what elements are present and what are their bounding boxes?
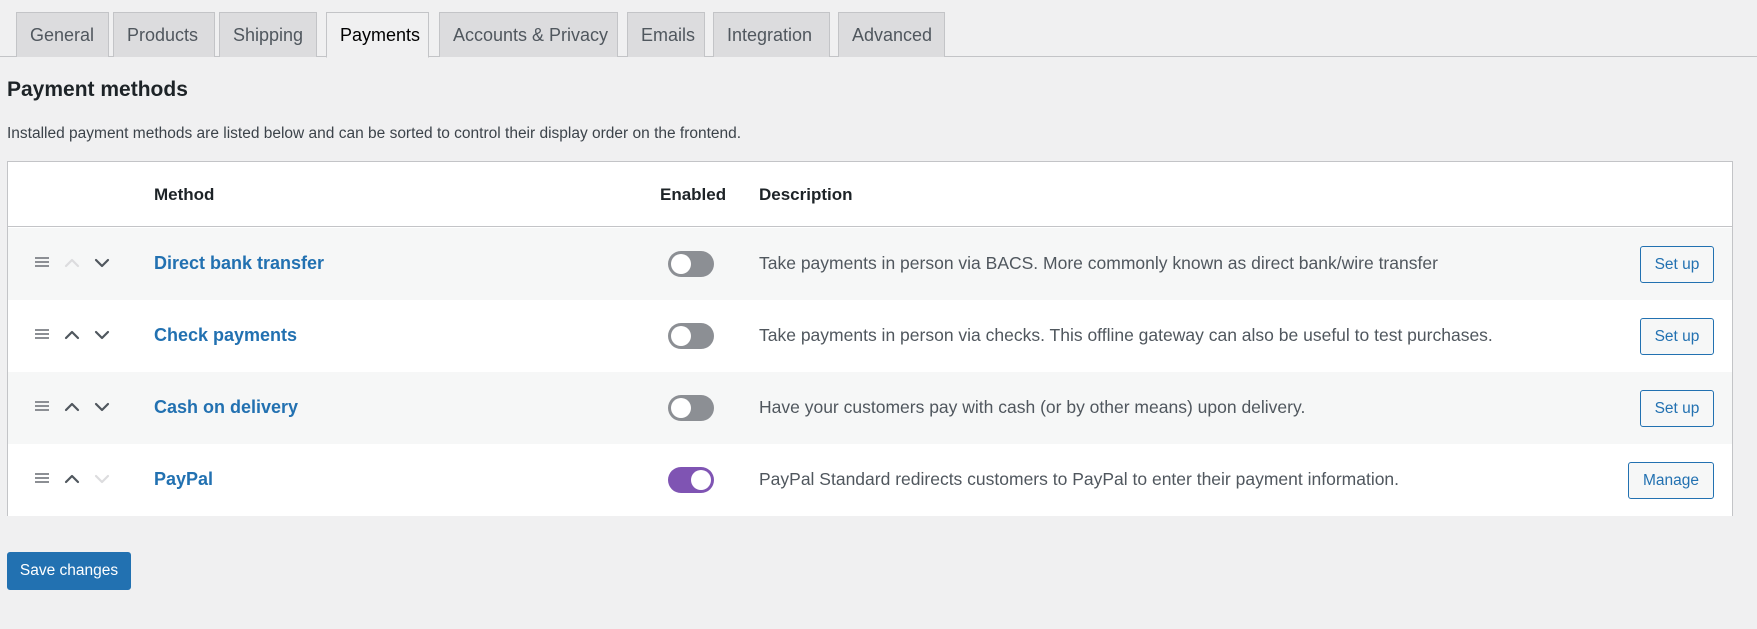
chevron-up-icon[interactable] [63,398,81,416]
table-row: Check payments Take payments in person v… [8,300,1732,372]
tab-payments[interactable]: Payments [326,12,429,58]
method-link[interactable]: PayPal [154,444,213,514]
tab-accounts-privacy[interactable]: Accounts & Privacy [439,12,618,57]
toggle-knob [671,254,691,274]
tab-general[interactable]: General [16,12,109,57]
table-header: Method Enabled Description [8,162,1732,227]
setup-button[interactable]: Set up [1640,318,1714,355]
method-link[interactable]: Direct bank transfer [154,228,324,298]
method-description: Take payments in person via BACS. More c… [759,253,1438,273]
manage-button[interactable]: Manage [1628,462,1714,499]
table-row: Direct bank transfer Take payments in pe… [8,228,1732,300]
tab-integration[interactable]: Integration [713,12,830,57]
header-description: Description [759,185,853,204]
toggle-knob [671,398,691,418]
drag-handle-icon[interactable] [35,473,49,485]
table-row: Cash on delivery Have your customers pay… [8,372,1732,444]
chevron-down-icon[interactable] [93,326,111,344]
toggle-knob [691,470,711,490]
drag-handle-icon[interactable] [35,401,49,413]
drag-handle-icon[interactable] [35,257,49,269]
page-intro: Installed payment methods are listed bel… [7,125,742,142]
table-row: PayPal PayPal Standard redirects custome… [8,444,1732,516]
drag-handle-icon[interactable] [35,329,49,341]
tab-emails[interactable]: Emails [627,12,705,57]
chevron-up-icon[interactable] [63,326,81,344]
method-link[interactable]: Cash on delivery [154,372,298,442]
chevron-down-icon[interactable] [93,470,111,488]
toggle-knob [671,326,691,346]
chevron-up-icon[interactable] [63,254,81,272]
method-description: Have your customers pay with cash (or by… [759,397,1306,417]
setup-button[interactable]: Set up [1640,390,1714,427]
chevron-down-icon[interactable] [93,398,111,416]
tab-products[interactable]: Products [113,12,215,57]
enabled-toggle[interactable] [668,251,714,277]
header-method: Method [154,185,215,204]
page-title: Payment methods [7,78,188,101]
tab-advanced[interactable]: Advanced [838,12,945,57]
method-description: Take payments in person via checks. This… [759,325,1493,345]
enabled-toggle[interactable] [668,467,714,493]
enabled-toggle[interactable] [668,323,714,349]
method-link[interactable]: Check payments [154,300,297,370]
payment-methods-table: Method Enabled Description Direct bank t… [7,161,1733,516]
header-enabled: Enabled [660,185,727,204]
settings-tabs: General Products Shipping Payments Accou… [0,0,1757,58]
chevron-down-icon[interactable] [93,254,111,272]
enabled-toggle[interactable] [668,395,714,421]
chevron-up-icon[interactable] [63,470,81,488]
save-changes-button[interactable]: Save changes [7,552,131,590]
tab-shipping[interactable]: Shipping [219,12,317,57]
setup-button[interactable]: Set up [1640,246,1714,283]
method-description: PayPal Standard redirects customers to P… [759,469,1400,489]
